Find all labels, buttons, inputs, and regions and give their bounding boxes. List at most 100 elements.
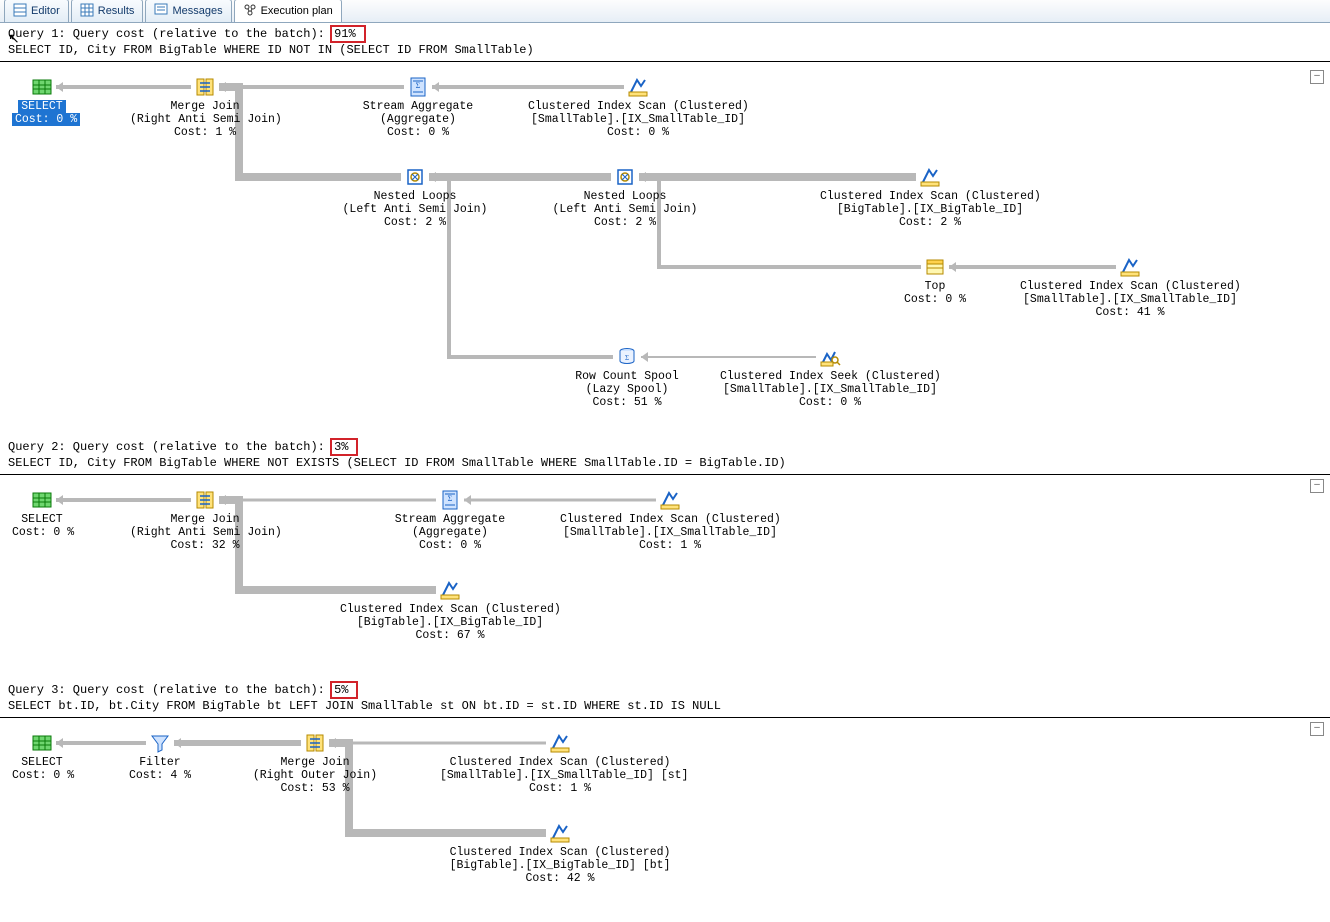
query-section-2: Query 2: Query cost (relative to the bat… xyxy=(0,436,1330,679)
svg-text:Σ: Σ xyxy=(625,354,629,362)
node-cost: Cost: 1 % xyxy=(174,126,236,139)
query-section-1: Query 1: Query cost (relative to the bat… xyxy=(0,23,1330,436)
table-icon xyxy=(12,732,72,754)
node-detail: Cost: 0 % xyxy=(904,293,966,306)
tab-icon xyxy=(243,3,257,20)
tab-label: Results xyxy=(98,5,135,17)
table-icon xyxy=(12,76,72,98)
node-title: Clustered Index Seek (Clustered) xyxy=(720,370,941,383)
node-title: SELECT xyxy=(21,513,62,526)
node-title: Top xyxy=(925,280,946,293)
plan-node-q1_rcs[interactable]: Σ Row Count Spool(Lazy Spool)Cost: 51 % xyxy=(562,346,692,409)
plan-node-q1_mj[interactable]: Merge Join(Right Anti Semi Join)Cost: 1 … xyxy=(130,76,280,139)
tab-label: Editor xyxy=(31,5,60,17)
node-title: SELECT xyxy=(21,756,62,769)
node-detail: (Lazy Spool) xyxy=(586,383,669,396)
plan-node-q2_cis2[interactable]: Clustered Index Scan (Clustered)[BigTabl… xyxy=(340,579,560,642)
node-title: Filter xyxy=(139,756,180,769)
spool-icon: Σ xyxy=(562,346,692,368)
node-title: Clustered Index Scan (Clustered) xyxy=(528,100,749,113)
node-cost: Cost: 51 % xyxy=(592,396,661,409)
node-title: Stream Aggregate xyxy=(363,100,473,113)
node-title: Stream Aggregate xyxy=(395,513,505,526)
node-title: Merge Join xyxy=(170,513,239,526)
node-title: Nested Loops xyxy=(584,190,667,203)
tab-messages[interactable]: Messages xyxy=(145,0,231,22)
execution-plan-pane: Query 1: Query cost (relative to the bat… xyxy=(0,23,1330,922)
node-detail: [BigTable].[IX_BigTable_ID] [bt] xyxy=(450,859,671,872)
node-cost: Cost: 2 % xyxy=(594,216,656,229)
plan-node-q1_seek[interactable]: Clustered Index Seek (Clustered)[SmallTa… xyxy=(720,346,940,409)
plan-canvas[interactable]: –SELECTCost: 0 %Merge Join(Right Anti Se… xyxy=(0,479,1330,679)
node-detail: (Right Anti Semi Join) xyxy=(130,526,282,539)
plan-node-q3_select[interactable]: SELECTCost: 0 % xyxy=(12,732,72,782)
node-detail: (Aggregate) xyxy=(412,526,488,539)
node-cost: Cost: 2 % xyxy=(384,216,446,229)
query-section-3: Query 3: Query cost (relative to the bat… xyxy=(0,679,1330,922)
tab-editor[interactable]: Editor xyxy=(4,0,69,22)
node-detail: Cost: 0 % xyxy=(12,526,74,539)
plan-node-q1_cis3[interactable]: Clustered Index Scan (Clustered)[SmallTa… xyxy=(1020,256,1240,319)
plan-canvas[interactable]: –SELECTCost: 0 %Merge Join(Right Anti Se… xyxy=(0,66,1330,436)
node-cost: Cost: 0 % xyxy=(12,113,80,126)
plan-node-q1_cis1[interactable]: Clustered Index Scan (Clustered)[SmallTa… xyxy=(528,76,748,139)
node-cost: Cost: 1 % xyxy=(529,782,591,795)
plan-node-q3_cis1[interactable]: Clustered Index Scan (Clustered)[SmallTa… xyxy=(440,732,680,795)
collapse-button[interactable]: – xyxy=(1310,722,1324,736)
plan-node-q2_select[interactable]: SELECTCost: 0 % xyxy=(12,489,72,539)
svg-text:Σ: Σ xyxy=(416,81,421,90)
node-title: Clustered Index Scan (Clustered) xyxy=(450,756,671,769)
node-cost: Cost: 0 % xyxy=(419,539,481,552)
collapse-button[interactable]: – xyxy=(1310,479,1324,493)
node-cost: Cost: 41 % xyxy=(1095,306,1164,319)
nl-icon xyxy=(330,166,500,188)
plan-node-q1_sa[interactable]: Σ Stream Aggregate(Aggregate)Cost: 0 % xyxy=(358,76,478,139)
node-cost: Cost: 42 % xyxy=(525,872,594,885)
mergejoin-icon xyxy=(130,76,280,98)
plan-node-q2_cis1[interactable]: Clustered Index Scan (Clustered)[SmallTa… xyxy=(560,489,780,552)
plan-node-q2_mj[interactable]: Merge Join(Right Anti Semi Join)Cost: 32… xyxy=(130,489,280,552)
plan-node-q1_select[interactable]: SELECTCost: 0 % xyxy=(12,76,72,126)
mergejoin-icon xyxy=(130,489,280,511)
node-detail: (Right Outer Join) xyxy=(253,769,377,782)
plan-canvas[interactable]: – SELECTCost: 0 % FilterCost: 4 % Merge Joi… xyxy=(0,722,1330,922)
node-title: Row Count Spool xyxy=(575,370,679,383)
plan-node-q1_nl2[interactable]: Nested Loops(Left Anti Semi Join)Cost: 2… xyxy=(540,166,710,229)
plan-node-q3_filter[interactable]: FilterCost: 4 % xyxy=(125,732,195,782)
node-title: Clustered Index Scan (Clustered) xyxy=(560,513,781,526)
node-title: Nested Loops xyxy=(374,190,457,203)
tab-execution-plan[interactable]: Execution plan xyxy=(234,0,342,22)
cis-icon xyxy=(440,822,680,844)
streamagg-icon: Σ xyxy=(390,489,510,511)
node-title: SELECT xyxy=(18,100,65,113)
tab-icon xyxy=(154,3,168,20)
node-cost: Cost: 0 % xyxy=(387,126,449,139)
node-detail: Cost: 4 % xyxy=(129,769,191,782)
plan-node-q1_top[interactable]: TopCost: 0 % xyxy=(895,256,975,306)
query-sql: SELECT bt.ID, bt.City FROM BigTable bt L… xyxy=(0,699,1330,715)
plan-node-q3_cis2[interactable]: Clustered Index Scan (Clustered)[BigTabl… xyxy=(440,822,680,885)
query-header-text: Query 3: Query cost (relative to the bat… xyxy=(8,683,332,697)
query-header-text: Query 1: Query cost (relative to the bat… xyxy=(8,27,332,41)
tab-label: Messages xyxy=(172,5,222,17)
node-cost: Cost: 0 % xyxy=(607,126,669,139)
node-detail: (Aggregate) xyxy=(380,113,456,126)
plan-node-q1_nl1[interactable]: Nested Loops(Left Anti Semi Join)Cost: 2… xyxy=(330,166,500,229)
table-icon xyxy=(12,489,72,511)
node-detail: (Right Anti Semi Join) xyxy=(130,113,282,126)
node-cost: Cost: 53 % xyxy=(280,782,349,795)
node-detail: [BigTable].[IX_BigTable_ID] xyxy=(837,203,1023,216)
query-cost-highlight: 3% xyxy=(330,438,358,456)
query-header: Query 3: Query cost (relative to the bat… xyxy=(0,679,1330,699)
tab-results[interactable]: Results xyxy=(71,0,144,22)
node-cost: Cost: 1 % xyxy=(639,539,701,552)
query-header: Query 1: Query cost (relative to the bat… xyxy=(0,23,1330,43)
node-detail: (Left Anti Semi Join) xyxy=(553,203,698,216)
plan-node-q1_cis2[interactable]: Clustered Index Scan (Clustered)[BigTabl… xyxy=(820,166,1040,229)
streamagg-icon: Σ xyxy=(358,76,478,98)
collapse-button[interactable]: – xyxy=(1310,70,1324,84)
node-detail: [SmallTable].[IX_SmallTable_ID] xyxy=(723,383,937,396)
plan-node-q2_sa[interactable]: Σ Stream Aggregate(Aggregate)Cost: 0 % xyxy=(390,489,510,552)
plan-node-q3_mj[interactable]: Merge Join(Right Outer Join)Cost: 53 % xyxy=(245,732,385,795)
query-cost-highlight: 5% xyxy=(330,681,358,699)
